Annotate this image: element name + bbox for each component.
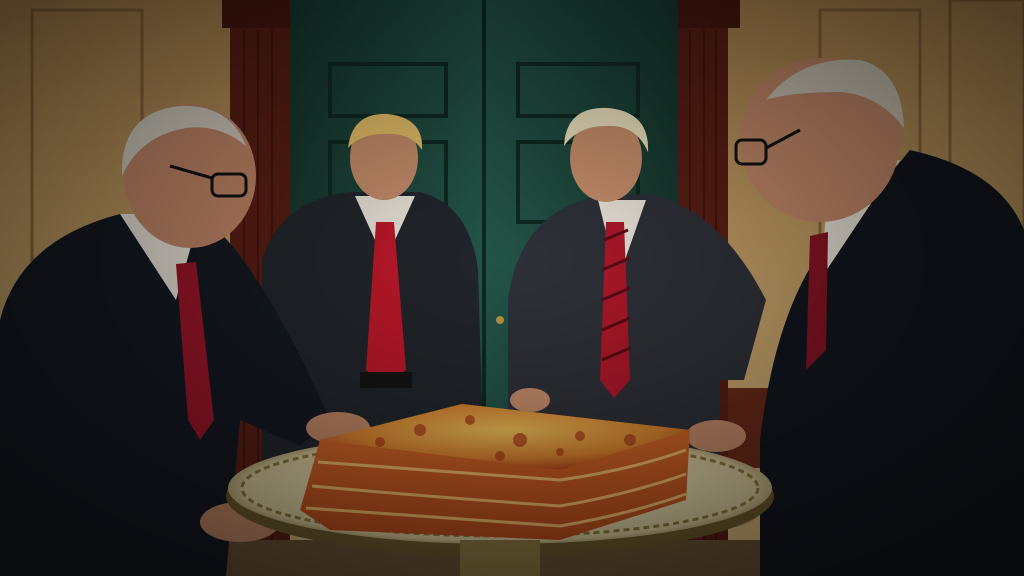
vignette: [0, 0, 1024, 576]
scene-illustration: [0, 0, 1024, 576]
photo-scene: [0, 0, 1024, 576]
